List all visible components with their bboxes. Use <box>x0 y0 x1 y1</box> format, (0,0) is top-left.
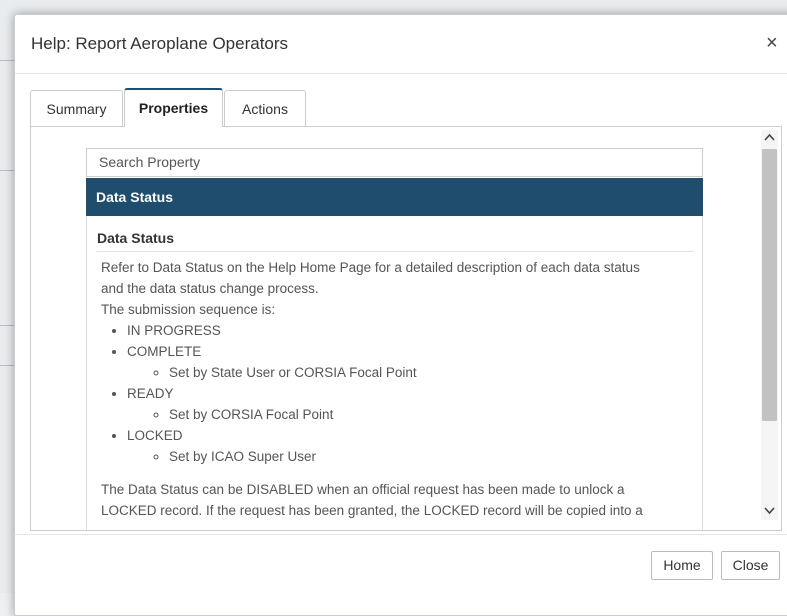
footer-divider <box>14 534 787 535</box>
close-button[interactable]: Close <box>721 551 780 580</box>
selected-property-item[interactable]: Data Status <box>86 178 703 216</box>
status-item-in-progress: IN PROGRESS <box>127 320 691 341</box>
intro-line-2: and the data status change process. <box>101 281 319 296</box>
property-detail-panel: Data Status Refer to Data Status on the … <box>86 216 703 530</box>
status-item-ready: READY Set by CORSIA Focal Point <box>127 383 691 425</box>
outro-line-2: LOCKED record. If the request has been g… <box>101 503 643 518</box>
status-subitem: Set by ICAO Super User <box>169 446 691 467</box>
dialog-header: Help: Report Aeroplane Operators <box>15 15 787 74</box>
status-item-complete: COMPLETE Set by State User or CORSIA Foc… <box>127 341 691 383</box>
dialog-title: Help: Report Aeroplane Operators <box>31 34 289 53</box>
search-property-input[interactable]: Search Property <box>86 148 703 177</box>
status-subitem: Set by State User or CORSIA Focal Point <box>169 362 691 383</box>
outro-line-1: The Data Status can be DISABLED when an … <box>101 482 625 497</box>
tab-summary[interactable]: Summary <box>30 90 123 127</box>
status-subitem: Set by CORSIA Focal Point <box>169 404 691 425</box>
status-list: IN PROGRESS COMPLETE Set by State User o… <box>101 320 691 467</box>
property-description: Refer to Data Status on the Help Home Pa… <box>101 257 691 521</box>
scrollbar-thumb[interactable] <box>762 149 777 421</box>
chevron-up-icon[interactable] <box>761 130 778 146</box>
property-detail-title: Data Status <box>97 230 694 252</box>
home-button[interactable]: Home <box>651 551 713 580</box>
content-scrollbar[interactable] <box>761 130 778 520</box>
properties-content: Search Property Data Status Data Status … <box>30 127 782 531</box>
sequence-label: The submission sequence is: <box>101 302 276 317</box>
close-icon[interactable]: × <box>766 33 778 53</box>
chevron-down-icon[interactable] <box>761 504 778 520</box>
intro-line-1: Refer to Data Status on the Help Home Pa… <box>101 260 640 275</box>
status-item-locked: LOCKED Set by ICAO Super User <box>127 425 691 467</box>
tab-bar: Summary Properties Actions <box>30 88 787 127</box>
tab-properties[interactable]: Properties <box>124 88 223 127</box>
tab-actions[interactable]: Actions <box>224 90 306 127</box>
